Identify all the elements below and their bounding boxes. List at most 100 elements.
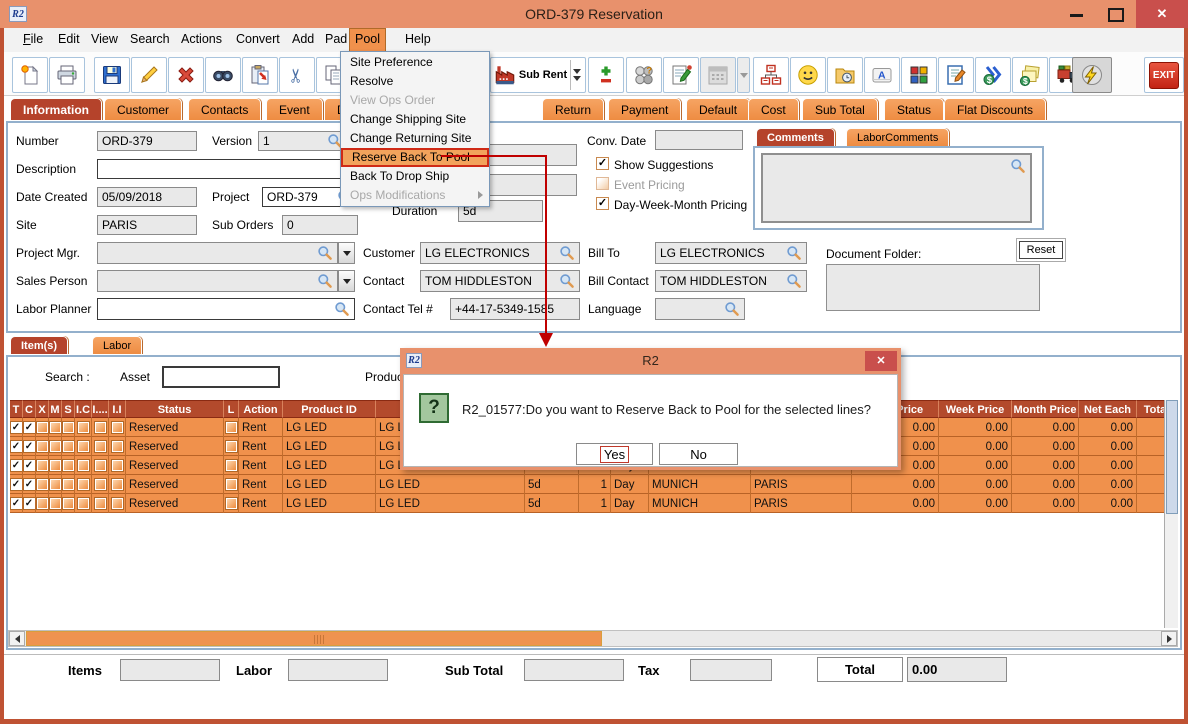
language-field[interactable] bbox=[655, 298, 745, 320]
tab-contacts[interactable]: Contacts bbox=[188, 98, 261, 120]
show-suggestions-checkbox[interactable] bbox=[596, 157, 609, 170]
tab-information[interactable]: Information bbox=[10, 98, 102, 120]
project-mgr-field[interactable] bbox=[97, 242, 338, 264]
row-checkbox-t[interactable] bbox=[11, 422, 22, 433]
day-week-month-pricing-checkbox[interactable] bbox=[596, 197, 609, 210]
row-checkbox-ic[interactable] bbox=[78, 479, 89, 490]
tab-laborcomments[interactable]: LaborComments bbox=[846, 128, 949, 146]
tab-return[interactable]: Return bbox=[542, 98, 604, 120]
row-checkbox-x[interactable] bbox=[37, 498, 48, 509]
dialog-title-bar[interactable]: R2 R2 ✕ bbox=[400, 348, 901, 374]
pool-menu-item-resolve[interactable]: Resolve bbox=[341, 72, 489, 91]
col-header-x[interactable]: X bbox=[36, 400, 49, 418]
reset-button[interactable]: Reset bbox=[1019, 241, 1063, 259]
contact-field[interactable]: TOM HIDDLESTON bbox=[420, 270, 580, 292]
new-document-button[interactable] bbox=[12, 57, 48, 93]
folder-history-button[interactable] bbox=[827, 57, 863, 93]
price-notes-button[interactable]: $ bbox=[1012, 57, 1048, 93]
keyboard-button[interactable]: A bbox=[864, 57, 900, 93]
tab-default[interactable]: Default bbox=[686, 98, 750, 120]
row-checkbox-ic[interactable] bbox=[78, 441, 89, 452]
row-checkbox-ii[interactable] bbox=[112, 422, 123, 433]
col-header-month_price[interactable]: Month Price bbox=[1012, 400, 1079, 418]
col-header-l[interactable]: L bbox=[224, 400, 239, 418]
add-remove-button[interactable] bbox=[588, 57, 624, 93]
tab-flat-discounts[interactable]: Flat Discounts bbox=[944, 98, 1046, 120]
minimize-button[interactable] bbox=[1070, 14, 1083, 17]
paste-special-button[interactable] bbox=[242, 57, 278, 93]
calendar-dropdown-button[interactable] bbox=[737, 57, 750, 93]
row-checkbox-x[interactable] bbox=[37, 479, 48, 490]
number-field[interactable]: ORD-379 bbox=[97, 131, 197, 151]
row-checkbox-m[interactable] bbox=[50, 479, 61, 490]
site-field[interactable]: PARIS bbox=[97, 215, 197, 235]
row-checkbox-ii[interactable] bbox=[112, 460, 123, 471]
col-header-net_each[interactable]: Net Each bbox=[1079, 400, 1137, 418]
notes-edit-button[interactable] bbox=[663, 57, 699, 93]
exit-button[interactable]: EXIT bbox=[1144, 57, 1184, 93]
table-row[interactable]: ReservedRentLG LEDLG LED5d1DayMUNICHPARI… bbox=[10, 494, 1177, 513]
row-checkbox-m[interactable] bbox=[50, 422, 61, 433]
col-header-s[interactable]: S bbox=[62, 400, 75, 418]
col-header-product_id[interactable]: Product ID bbox=[283, 400, 376, 418]
blocks-button[interactable] bbox=[901, 57, 937, 93]
save-button[interactable] bbox=[94, 57, 130, 93]
document-edit-button[interactable] bbox=[938, 57, 974, 93]
close-button[interactable]: ✕ bbox=[1136, 0, 1188, 28]
bill-contact-field[interactable]: TOM HIDDLESTON bbox=[655, 270, 807, 292]
row-checkbox-i2[interactable] bbox=[95, 422, 106, 433]
search-icon[interactable] bbox=[786, 273, 802, 289]
labor-planner-field[interactable] bbox=[97, 298, 355, 320]
pool-menu-item-change-returning-site[interactable]: Change Returning Site bbox=[341, 129, 489, 148]
menu-pool[interactable]: Pool bbox=[349, 28, 386, 53]
row-checkbox-l[interactable] bbox=[226, 460, 237, 471]
row-checkbox-c[interactable] bbox=[24, 422, 35, 433]
tab-cost[interactable]: Cost bbox=[748, 98, 799, 120]
scroll-right-button[interactable] bbox=[1161, 631, 1177, 646]
row-checkbox-ic[interactable] bbox=[78, 498, 89, 509]
row-checkbox-l[interactable] bbox=[226, 422, 237, 433]
menu-view[interactable]: View bbox=[86, 28, 123, 51]
pool-menu-item-back-to-drop-ship[interactable]: Back To Drop Ship bbox=[341, 167, 489, 186]
menu-help[interactable]: Help bbox=[400, 28, 436, 51]
col-header-m[interactable]: M bbox=[49, 400, 62, 418]
row-checkbox-m[interactable] bbox=[50, 498, 61, 509]
tab-status[interactable]: Status bbox=[884, 98, 944, 120]
row-checkbox-i2[interactable] bbox=[95, 479, 106, 490]
tab-event[interactable]: Event bbox=[266, 98, 323, 120]
row-checkbox-s[interactable] bbox=[63, 479, 74, 490]
row-checkbox-t[interactable] bbox=[11, 498, 22, 509]
version-field[interactable]: 1 bbox=[258, 131, 348, 151]
search-icon[interactable] bbox=[334, 301, 350, 317]
row-checkbox-x[interactable] bbox=[37, 422, 48, 433]
project-mgr-dropdown[interactable] bbox=[338, 242, 355, 264]
search-icon[interactable] bbox=[317, 273, 333, 289]
row-checkbox-c[interactable] bbox=[24, 441, 35, 452]
menu-edit[interactable]: Edit bbox=[53, 28, 85, 51]
yes-button[interactable]: Yes bbox=[576, 443, 653, 465]
search-icon[interactable] bbox=[1010, 158, 1026, 174]
col-header-ic[interactable]: I.C bbox=[75, 400, 92, 418]
smiley-button[interactable] bbox=[790, 57, 826, 93]
contact-tel-field[interactable]: +44-17-5349-1585 bbox=[450, 298, 580, 320]
search-icon[interactable] bbox=[724, 301, 740, 317]
row-checkbox-t[interactable] bbox=[11, 479, 22, 490]
document-folder-box[interactable] bbox=[826, 264, 1040, 311]
price-forward-button[interactable]: $ bbox=[975, 57, 1011, 93]
row-checkbox-l[interactable] bbox=[226, 441, 237, 452]
menu-search[interactable]: Search bbox=[125, 28, 175, 51]
row-checkbox-s[interactable] bbox=[63, 460, 74, 471]
maximize-button[interactable] bbox=[1108, 8, 1124, 22]
menu-file[interactable]: File bbox=[18, 28, 48, 51]
scroll-left-button[interactable] bbox=[9, 631, 25, 646]
customer-field[interactable]: LG ELECTRONICS bbox=[420, 242, 580, 264]
row-checkbox-c[interactable] bbox=[24, 460, 35, 471]
comments-textarea[interactable] bbox=[761, 153, 1032, 223]
conv-date-field[interactable] bbox=[655, 130, 743, 150]
find-button[interactable] bbox=[205, 57, 241, 93]
vertical-scroll-thumb[interactable] bbox=[1166, 400, 1178, 514]
row-checkbox-s[interactable] bbox=[63, 441, 74, 452]
event-pricing-checkbox[interactable] bbox=[596, 177, 609, 190]
calendar-button[interactable] bbox=[700, 57, 736, 93]
menu-actions[interactable]: Actions bbox=[176, 28, 227, 51]
